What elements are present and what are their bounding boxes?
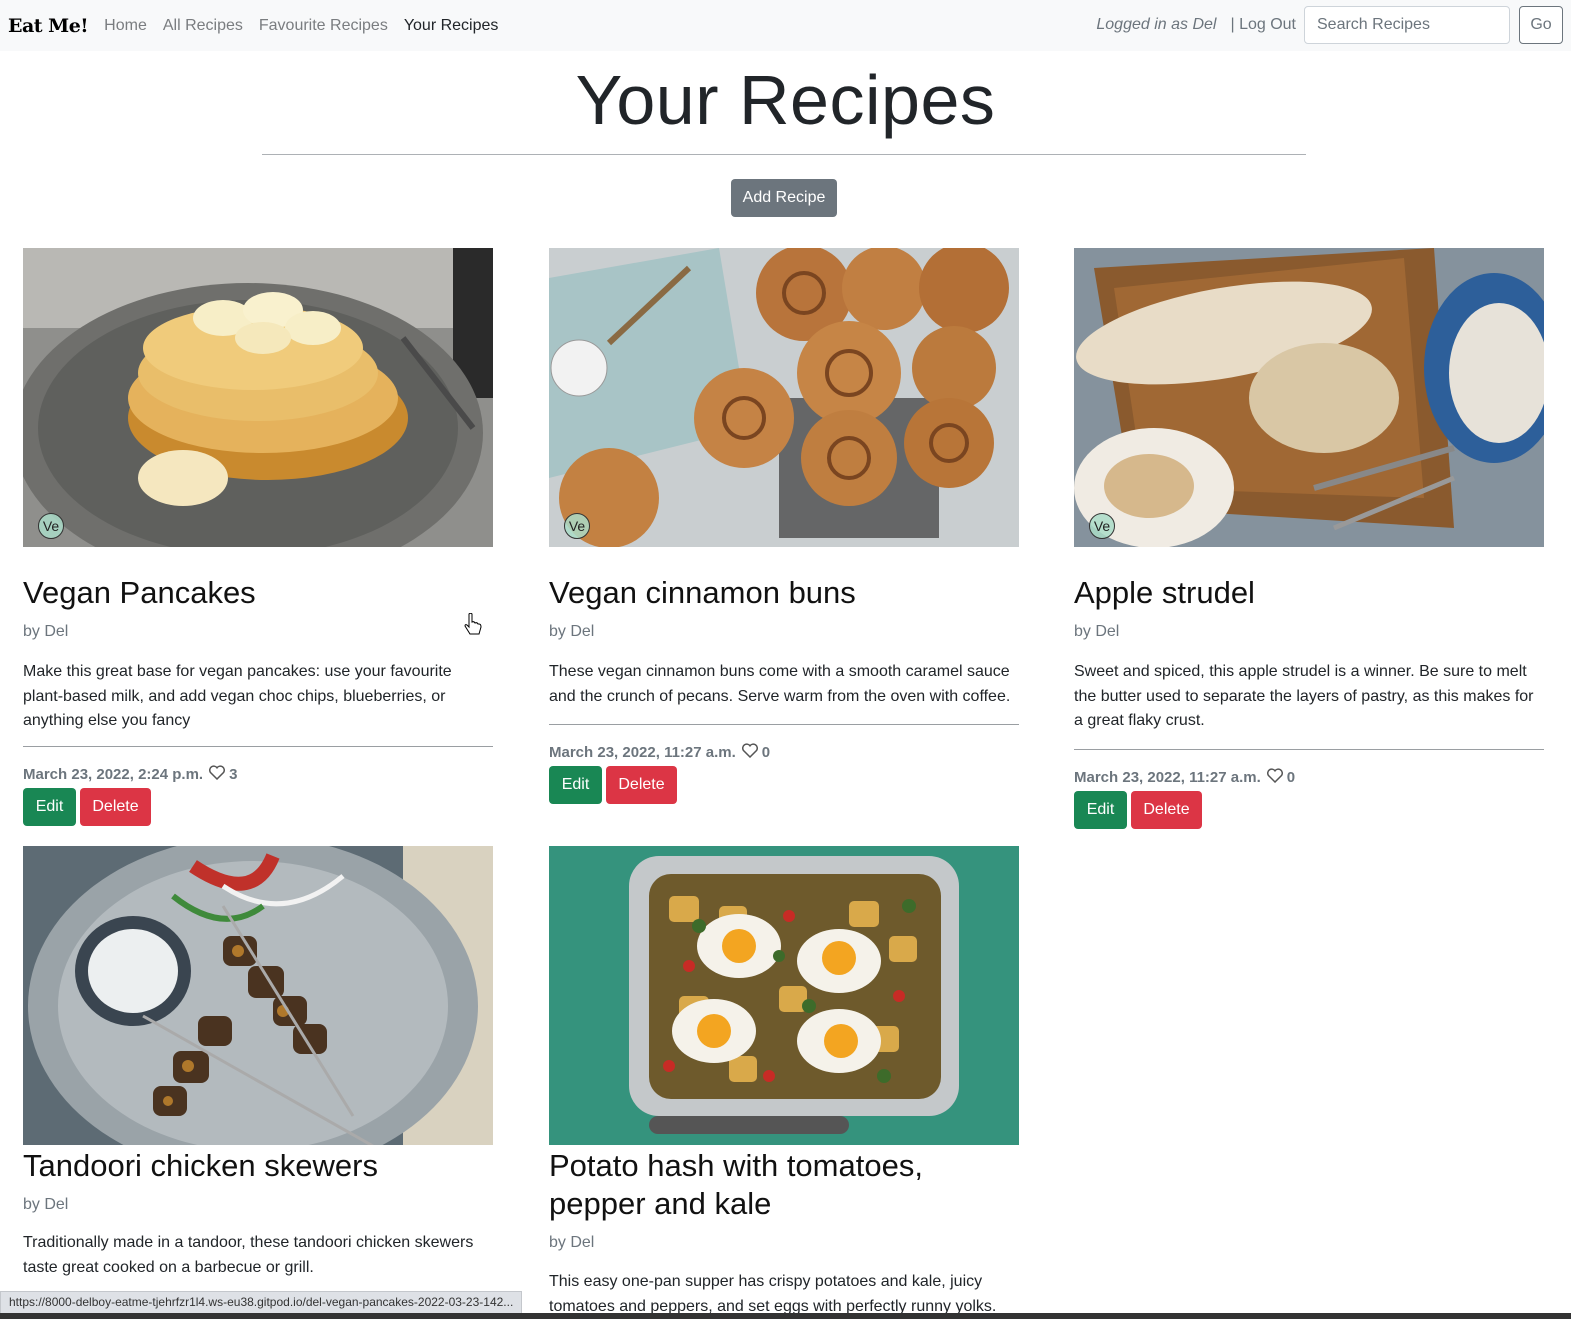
logout-link[interactable]: | Log Out xyxy=(1230,16,1296,34)
recipe-meta: March 23, 2022, 2:24 p.m. 3 xyxy=(23,765,237,784)
card-divider xyxy=(23,746,493,747)
like-count: 0 xyxy=(761,744,771,761)
recipe-date: March 23, 2022, 2:24 p.m. xyxy=(23,766,204,783)
recipe-image-potato-hash[interactable] xyxy=(549,846,1019,1145)
recipe-meta: March 23, 2022, 11:27 a.m. 0 xyxy=(549,743,770,762)
recipe-author: by Del xyxy=(23,623,69,640)
heart-icon[interactable] xyxy=(209,765,226,784)
delete-button[interactable]: Delete xyxy=(606,766,677,804)
title-divider xyxy=(262,154,1306,155)
brand-logo[interactable]: Eat Me! xyxy=(8,15,89,37)
recipe-card: Ve Apple strudel by Del Sweet and spiced… xyxy=(1074,248,1544,833)
recipe-author: by Del xyxy=(549,623,595,640)
recipe-meta: March 23, 2022, 11:27 a.m. 0 xyxy=(1074,768,1295,787)
edit-button[interactable]: Edit xyxy=(1074,791,1127,829)
recipe-title[interactable]: Vegan cinnamon buns xyxy=(549,574,856,612)
card-divider xyxy=(1074,749,1544,750)
recipe-title[interactable]: Potato hash with tomatoes, pepper and ka… xyxy=(549,1147,1019,1223)
vegan-badge: Ve xyxy=(38,513,64,539)
recipe-author: by Del xyxy=(1074,623,1120,640)
recipe-description: This easy one-pan supper has crispy pota… xyxy=(549,1273,997,1315)
delete-button[interactable]: Delete xyxy=(80,788,151,826)
bottom-strip xyxy=(0,1313,1571,1319)
edit-button[interactable]: Edit xyxy=(23,788,76,826)
recipe-title[interactable]: Apple strudel xyxy=(1074,574,1255,612)
recipe-image-apple-strudel[interactable]: Ve xyxy=(1074,248,1544,547)
recipe-title[interactable]: Vegan Pancakes xyxy=(23,574,256,612)
recipe-image-pancakes[interactable]: Ve xyxy=(23,248,493,547)
recipe-image-tandoori-skewers[interactable] xyxy=(23,846,493,1145)
search-go-button[interactable]: Go xyxy=(1519,6,1563,44)
like-count: 3 xyxy=(229,766,238,783)
recipe-description: Make this great base for vegan pancakes:… xyxy=(23,663,452,729)
vegan-badge: Ve xyxy=(1089,513,1115,539)
recipe-card: Potato hash with tomatoes, pepper and ka… xyxy=(549,846,1019,1319)
recipe-author: by Del xyxy=(549,1234,595,1251)
hand-cursor-icon xyxy=(463,612,483,644)
recipe-description: Sweet and spiced, this apple strudel is … xyxy=(1074,663,1534,729)
nav-your-recipes[interactable]: Your Recipes xyxy=(404,17,499,35)
page-title: Your Recipes xyxy=(575,61,996,139)
recipe-date: March 23, 2022, 11:27 a.m. xyxy=(1074,769,1261,786)
recipe-card: Ve Vegan cinnamon buns by Del These vega… xyxy=(549,248,1019,808)
recipe-image-cinnamon-buns[interactable]: Ve xyxy=(549,248,1019,547)
recipe-author: by Del xyxy=(23,1196,69,1213)
recipe-card: Tandoori chicken skewers by Del Traditio… xyxy=(23,846,493,1286)
browser-status-bar: https://8000-delboy-eatme-tjehrfzr1l4.ws… xyxy=(0,1291,523,1314)
nav-all-recipes[interactable]: All Recipes xyxy=(163,17,243,35)
recipe-title[interactable]: Tandoori chicken skewers xyxy=(23,1147,378,1185)
search-input[interactable] xyxy=(1304,6,1510,44)
recipe-card: Ve Vegan Pancakes by Del Make this great… xyxy=(23,248,493,828)
nav-favourite-recipes[interactable]: Favourite Recipes xyxy=(259,17,388,35)
add-recipe-button[interactable]: Add Recipe xyxy=(731,179,837,217)
heart-icon[interactable] xyxy=(1266,768,1283,787)
recipe-date: March 23, 2022, 11:27 a.m. xyxy=(549,744,736,761)
vegan-badge: Ve xyxy=(564,513,590,539)
heart-icon[interactable] xyxy=(741,743,758,762)
nav-home[interactable]: Home xyxy=(104,17,147,35)
recipe-description: These vegan cinnamon buns come with a sm… xyxy=(549,663,1011,705)
card-divider xyxy=(549,724,1019,725)
navbar: Eat Me! Home All Recipes Favourite Recip… xyxy=(0,0,1571,51)
edit-button[interactable]: Edit xyxy=(549,766,602,804)
like-count: 0 xyxy=(1286,769,1296,786)
delete-button[interactable]: Delete xyxy=(1131,791,1202,829)
recipe-description: Traditionally made in a tandoor, these t… xyxy=(23,1234,474,1276)
nav-right: Logged in as Del | Log Out Go xyxy=(1096,5,1563,45)
logged-in-text: Logged in as Del xyxy=(1096,16,1217,33)
